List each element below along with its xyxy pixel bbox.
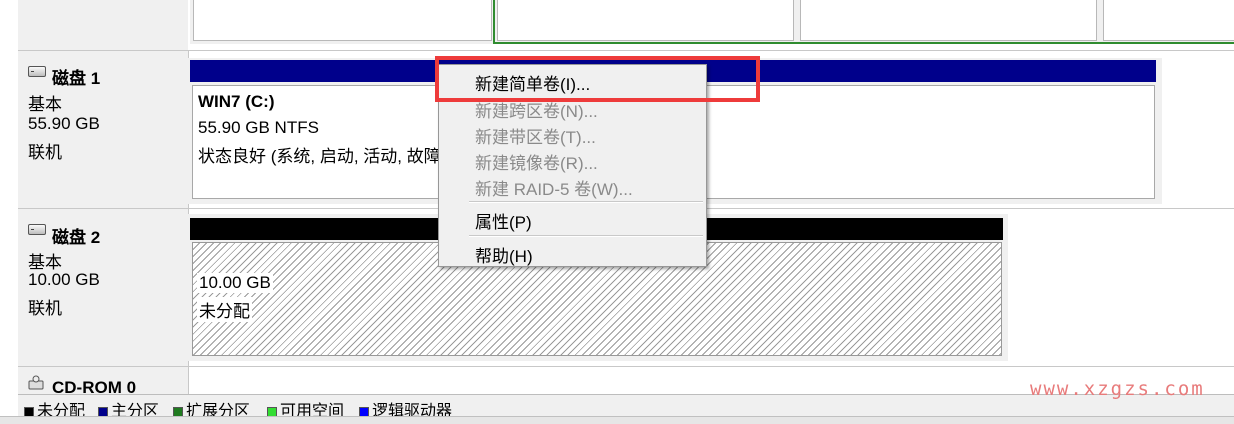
menu-item-help[interactable]: 帮助(H) <box>475 242 533 267</box>
menu-item-properties[interactable]: 属性(P) <box>475 208 532 233</box>
disk-type: 基本 <box>28 95 62 114</box>
cdrom-label[interactable]: CD-ROM 0 <box>18 367 189 394</box>
partition-block[interactable] <box>193 0 492 41</box>
menu-separator <box>469 235 703 237</box>
disk-icon <box>28 66 46 77</box>
cdrom-icon <box>28 375 44 390</box>
partition-status: 状态良好 (系统, 启动, 活动, 故障 <box>198 147 441 166</box>
highlight-box <box>435 56 760 102</box>
disk-name: 磁盘 2 <box>52 228 101 247</box>
menu-item-new-mirrored-volume: 新建镜像卷(R)... <box>475 154 598 173</box>
disk-icon <box>28 224 46 235</box>
disk-name: 磁盘 1 <box>52 69 101 88</box>
disk-name: CD-ROM 0 <box>52 378 137 394</box>
watermark-text: www.xzgzs.com <box>1030 378 1205 400</box>
disk-status: 联机 <box>28 143 62 162</box>
disk-2-label[interactable]: 磁盘 2 基本 10.00 GB 联机 <box>18 209 189 366</box>
left-gutter <box>0 0 19 423</box>
menu-item-new-raid5-volume: 新建 RAID-5 卷(W)... <box>475 180 633 199</box>
unallocated-label: 未分配 <box>197 297 252 322</box>
disk-status: 联机 <box>28 299 62 318</box>
partition-name: WIN7 (C:) <box>198 92 275 111</box>
unallocated-size: 10.00 GB <box>197 273 273 293</box>
row-separator <box>18 366 1234 367</box>
extended-partition-outline <box>493 0 1234 44</box>
menu-separator <box>469 201 703 203</box>
row-separator <box>18 50 1234 51</box>
menu-item-new-striped-volume: 新建带区卷(T)... <box>475 128 596 147</box>
partition-size: 55.90 GB NTFS <box>198 118 319 137</box>
disk-size: 10.00 GB <box>28 270 100 289</box>
disk-1-label[interactable]: 磁盘 1 基本 55.90 GB 联机 <box>18 51 189 208</box>
disk-size: 55.90 GB <box>28 114 100 133</box>
